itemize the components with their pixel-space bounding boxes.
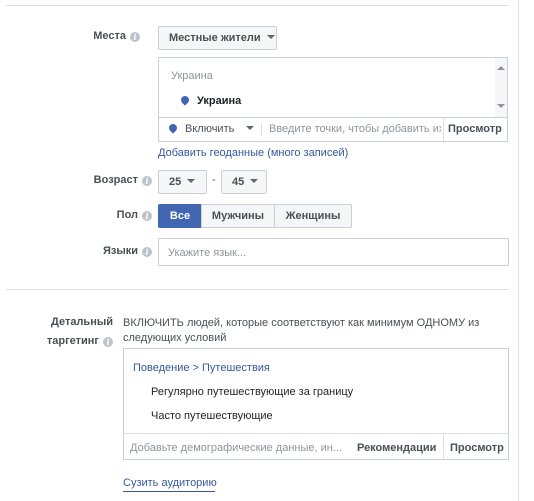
info-icon[interactable]: i (130, 32, 140, 42)
detailed-targeting-label-row: Детальный таргетинг i (30, 313, 113, 351)
narrow-audience-link[interactable]: Сузить аудиторию (123, 477, 217, 489)
languages-input[interactable]: Укажите язык... (158, 238, 509, 266)
include-label: Включить (185, 123, 235, 135)
age-label: Возраст (93, 174, 138, 186)
gender-all-button[interactable]: Все (158, 204, 202, 228)
chevron-down-icon (266, 35, 275, 39)
narrow-audience-underline (123, 491, 215, 492)
targeting-input-divider (124, 433, 508, 434)
targeting-item[interactable]: Регулярно путешествующие за границу (151, 386, 353, 398)
panel-right-border (518, 0, 519, 501)
scroll-up-icon[interactable] (497, 66, 505, 70)
places-label: Места (93, 30, 126, 42)
places-search-input[interactable]: Введите точки, чтобы добавить их (269, 123, 441, 135)
places-type-dropdown[interactable]: Местные жители (158, 26, 277, 50)
age-min-dropdown[interactable]: 25 (158, 170, 207, 194)
chevron-down-icon (246, 126, 255, 130)
places-selected-box: Украина Украина (158, 57, 508, 118)
languages-placeholder: Укажите язык... (168, 247, 247, 259)
languages-label: Языки (102, 245, 138, 257)
browse-divider (443, 118, 444, 141)
input-divider (261, 123, 262, 137)
gender-women-button[interactable]: Женщины (274, 204, 352, 228)
location-pin-icon (179, 94, 191, 106)
detailed-description: ВКЛЮЧИТЬ людей, которые соответствуют ка… (123, 317, 480, 344)
places-input-bar: Включить Введите точки, чтобы добавить и… (158, 117, 508, 142)
targeting-item[interactable]: Часто путешествующие (151, 410, 273, 422)
age-max-value: 45 (232, 176, 245, 188)
gender-label: Пол (116, 209, 138, 221)
browse-divider (443, 435, 444, 459)
places-scrollbar[interactable] (495, 58, 507, 117)
info-icon[interactable]: i (103, 337, 113, 347)
gender-men-button[interactable]: Мужчины (201, 204, 275, 228)
age-max-dropdown[interactable]: 45 (221, 170, 267, 194)
places-type-value: Местные жители (169, 32, 261, 44)
scroll-down-icon[interactable] (497, 104, 505, 108)
places-label-row: Места i (60, 30, 140, 42)
add-bulk-locations-link[interactable]: Добавить геоданные (много записей) (158, 147, 348, 159)
include-dropdown[interactable]: Включить (167, 122, 255, 135)
info-icon[interactable]: i (142, 247, 152, 257)
detailed-label-line2: таргетинг (46, 335, 99, 347)
chevron-down-icon (187, 179, 196, 183)
detailed-targeting-box: Поведение > Путешествия Регулярно путеше… (123, 348, 509, 460)
languages-label-row: Языки i (60, 245, 152, 257)
gender-segmented-control: Все Мужчины Женщины (158, 204, 352, 228)
places-browse-button[interactable]: Просмотр (448, 123, 502, 135)
chevron-down-icon (250, 179, 259, 183)
places-country-header: Украина (171, 70, 213, 82)
places-selected-item[interactable]: Украина (179, 94, 242, 107)
recommendations-button[interactable]: Рекомендации (357, 442, 436, 454)
info-icon[interactable]: i (142, 211, 152, 221)
age-min-value: 25 (169, 176, 182, 188)
targeting-search-input[interactable]: Добавьте демографические данные, ин... (130, 442, 350, 454)
places-selected-label: Украина (197, 95, 242, 107)
location-pin-icon (167, 122, 179, 134)
age-dash: - (212, 174, 216, 186)
info-icon[interactable]: i (142, 176, 152, 186)
divider-middle (6, 289, 509, 290)
gender-label-row: Пол i (60, 209, 152, 221)
age-label-row: Возраст i (60, 174, 152, 186)
divider-top (6, 5, 509, 6)
targeting-browse-button[interactable]: Просмотр (450, 442, 504, 454)
detailed-label-line1: Детальный (51, 316, 113, 328)
category-breadcrumb[interactable]: Поведение > Путешествия (133, 362, 270, 374)
